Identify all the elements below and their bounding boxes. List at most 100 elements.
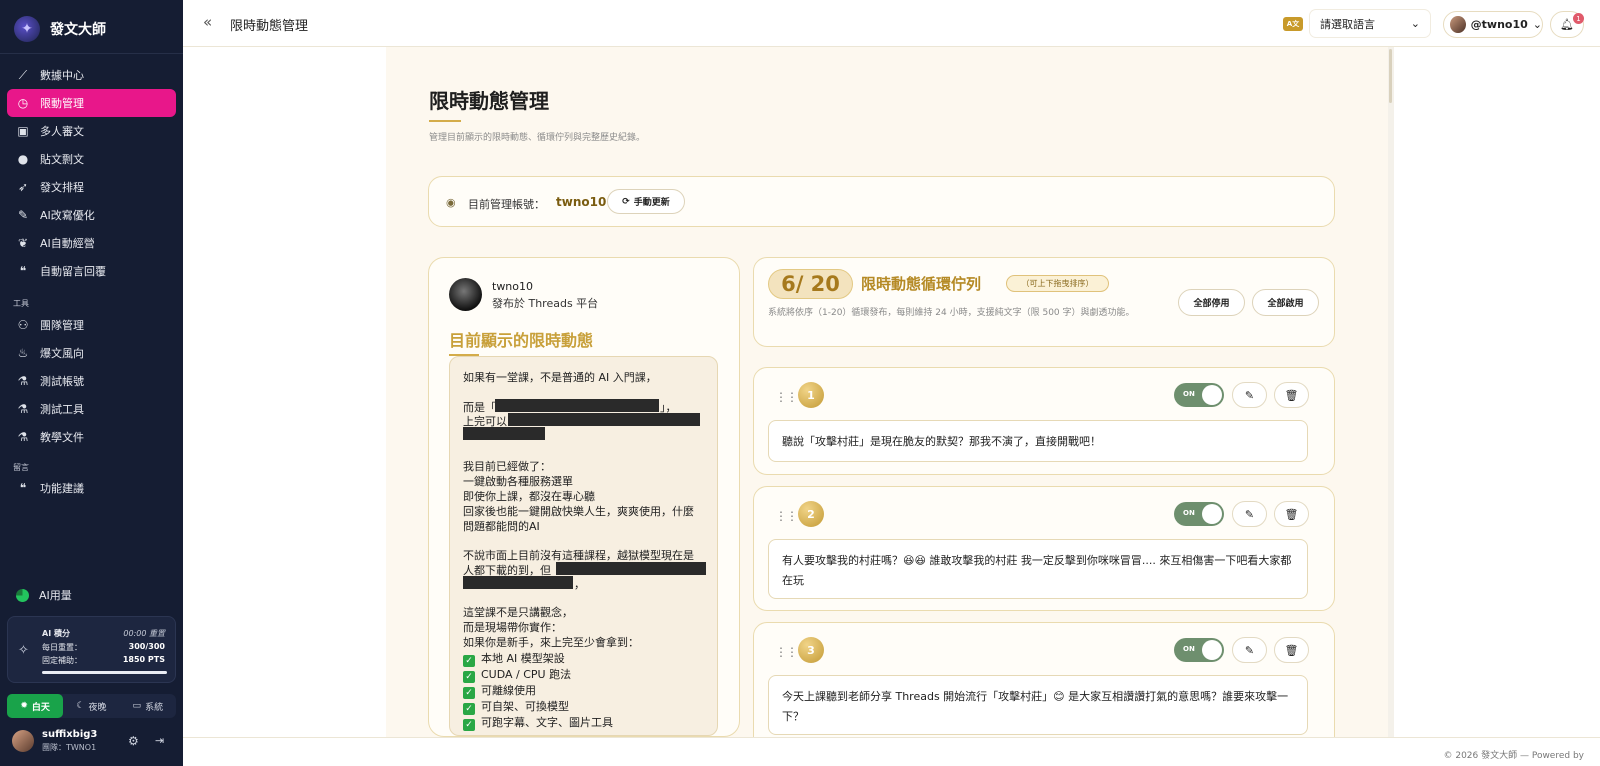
gear-icon[interactable]: ⚙ bbox=[128, 734, 139, 748]
brand-logo-icon: ✦ bbox=[14, 16, 40, 42]
account-switcher[interactable]: @twno10 ⌄ bbox=[1443, 11, 1543, 38]
collapse-sidebar-icon[interactable]: « bbox=[203, 13, 212, 31]
theme-system-button[interactable]: ▭ 系統 bbox=[120, 694, 176, 718]
queue-item-text[interactable]: 今天上課聽到老師分享 Threads 開始流行「攻擊村莊」😊 是大家互相讚讚打氣… bbox=[768, 675, 1308, 735]
drag-handle-icon[interactable]: ⋮⋮ bbox=[775, 509, 798, 523]
sidebar-item-test-tools[interactable]: ⚗ 測試工具 bbox=[7, 395, 176, 423]
theme-dark-label: 夜晚 bbox=[88, 702, 107, 713]
disable-all-button[interactable]: 全部停用 bbox=[1178, 289, 1245, 316]
drag-handle-icon[interactable]: ⋮⋮ bbox=[775, 390, 798, 404]
sidebar-item-label: 貼文剽文 bbox=[40, 153, 84, 166]
checklist-label: 可離線使用 bbox=[481, 684, 536, 697]
sidebar-item-label: AI改寫優化 bbox=[40, 209, 95, 222]
points-daily-label: 每日重置： bbox=[42, 643, 82, 652]
avatar[interactable] bbox=[12, 730, 34, 752]
scrollbar-thumb[interactable] bbox=[1389, 49, 1392, 103]
toggle-switch[interactable]: ON bbox=[1174, 638, 1224, 662]
toggle-label: ON bbox=[1183, 645, 1195, 653]
calendar-check-icon: ▣ bbox=[17, 124, 29, 138]
edit-button[interactable]: ✎ bbox=[1232, 501, 1267, 527]
queue-item[interactable]: ⋮⋮ 1 ON ✎ 🗑︎ 聽說「攻擊村莊」是現在脆友的默契？那我不演了，直接開戰… bbox=[753, 367, 1335, 475]
footer: © 2026 發文大師 — Powered by bbox=[183, 737, 1600, 766]
sidebar-item-test-accounts[interactable]: ⚗ 測試帳號 bbox=[7, 367, 176, 395]
theme-light-button[interactable]: ✹ 白天 bbox=[7, 694, 64, 718]
story-line: 而是現場帶你實作： bbox=[463, 621, 562, 634]
queue-item[interactable]: ⋮⋮ 2 ON ✎ 🗑︎ 有人要攻擊我的村莊嗎？😆😆 誰敢攻擊我的村莊 我一定反… bbox=[753, 486, 1335, 611]
page-subtitle: 管理目前顯示的限時動態、循環佇列與完整歷史紀錄。 bbox=[429, 133, 646, 143]
points-reset: 00:00 重置 bbox=[123, 629, 165, 638]
queue-item-text[interactable]: 有人要攻擊我的村莊嗎？😆😆 誰敢攻擊我的村莊 我一定反擊到你咪咪冒冒.... 來… bbox=[768, 539, 1308, 599]
logout-icon[interactable]: ⇥ bbox=[155, 734, 164, 747]
sidebar-item-story-management[interactable]: ◷ 限動管理 bbox=[7, 89, 176, 117]
toggle-switch[interactable]: ON bbox=[1174, 383, 1224, 407]
sidebar-item-docs[interactable]: ⚗ 教學文件 bbox=[7, 423, 176, 451]
sidebar-item-dashboard[interactable]: ⟋ 數據中心 bbox=[7, 61, 176, 89]
avatar bbox=[449, 278, 482, 311]
queue-index: 3 bbox=[798, 637, 824, 663]
sidebar-item-copy-posts[interactable]: ● 貼文剽文 bbox=[7, 145, 176, 173]
enable-all-button[interactable]: 全部啟用 bbox=[1252, 289, 1319, 316]
redaction-block bbox=[495, 399, 659, 412]
queue-drag-tag: （可上下拖曳排序） bbox=[1006, 275, 1109, 292]
theme-dark-button[interactable]: ☾ 夜晚 bbox=[63, 694, 119, 718]
sun-icon: ✹ bbox=[20, 701, 28, 711]
sidebar-item-label: 測試帳號 bbox=[40, 375, 84, 388]
checklist-label: CUDA / CPU 跑法 bbox=[481, 668, 572, 681]
drag-handle-icon[interactable]: ⋮⋮ bbox=[775, 645, 798, 659]
sidebar-item-schedule[interactable]: ➶ 發文排程 bbox=[7, 173, 176, 201]
sidebar-item-ai-rewrite[interactable]: ✎ AI改寫優化 bbox=[7, 201, 176, 229]
sidebar-item-label: 測試工具 bbox=[40, 403, 84, 416]
checklist-label: 本地 AI 模型架設 bbox=[481, 652, 565, 665]
seedling-icon: ❦ bbox=[17, 236, 29, 250]
checklist-label: 可跑字幕、文字、圖片工具 bbox=[481, 716, 613, 729]
user-name: suffixbig3 bbox=[42, 729, 98, 740]
queue-description: 系統將依序（1-20）循環發布，每則維持 24 小時，支援純文字（限 500 字… bbox=[768, 308, 1135, 318]
pen-icon: ✎ bbox=[17, 208, 29, 222]
ai-usage-label: AI用量 bbox=[39, 589, 72, 602]
theme-system-label: 系統 bbox=[145, 702, 164, 713]
toggle-switch[interactable]: ON bbox=[1174, 502, 1224, 526]
account-label: 目前管理帳號： bbox=[468, 198, 545, 211]
flask-vial-icon: ⚗ bbox=[17, 430, 29, 444]
delete-button[interactable]: 🗑︎ bbox=[1274, 382, 1309, 408]
sidebar-item-ai-auto[interactable]: ❦ AI自動經營 bbox=[7, 229, 176, 257]
redaction-block bbox=[463, 427, 545, 440]
queue-item[interactable]: ⋮⋮ 3 ON ✎ 🗑︎ 今天上課聽到老師分享 Threads 開始流行「攻擊村… bbox=[753, 622, 1335, 752]
sidebar-item-label: 限動管理 bbox=[40, 97, 84, 110]
toggle-label: ON bbox=[1183, 509, 1195, 517]
monitor-icon: ▭ bbox=[132, 701, 142, 711]
flask-vial-icon: ⚗ bbox=[17, 374, 29, 388]
ai-usage[interactable]: AI用量 bbox=[16, 587, 72, 603]
edit-button[interactable]: ✎ bbox=[1232, 382, 1267, 408]
sidebar-item-label: 團隊管理 bbox=[40, 319, 84, 332]
queue-item-text[interactable]: 聽說「攻擊村莊」是現在脆友的默契？那我不演了，直接開戰吧！ bbox=[768, 420, 1308, 462]
sidebar-item-team[interactable]: ⚇ 團隊管理 bbox=[7, 311, 176, 339]
delete-button[interactable]: 🗑︎ bbox=[1274, 637, 1309, 663]
checklist-item: ✓ 本地 AI 模型架設 bbox=[463, 650, 565, 667]
sidebar-item-trends[interactable]: ♨ 爆文風向 bbox=[7, 339, 176, 367]
brand-name: 發文大師 bbox=[50, 22, 106, 38]
trash-icon: 🗑︎ bbox=[1284, 507, 1299, 521]
theme-light-label: 白天 bbox=[31, 702, 50, 713]
sidebar-item-auto-reply[interactable]: ❝ 自動留言回覆 bbox=[7, 257, 176, 285]
sidebar-item-feedback[interactable]: ❝ 功能建議 bbox=[7, 474, 176, 502]
users-icon: ⚇ bbox=[17, 318, 29, 332]
refresh-button[interactable]: ⟳ 手動更新 bbox=[607, 189, 685, 214]
main-area: 限時動態管理 管理目前顯示的限時動態、循環佇列與完整歷史紀錄。 ◉ 目前管理帳號… bbox=[183, 47, 1600, 752]
checklist-item: ✓ 可自架、可換模型 bbox=[463, 698, 569, 715]
moon-icon: ☾ bbox=[76, 701, 85, 711]
section-label-tools: 工具 bbox=[13, 299, 29, 308]
toggle-knob bbox=[1202, 504, 1222, 524]
brand[interactable]: ✦ 發文大師 bbox=[14, 14, 106, 44]
story-line: 我目前已經做了： bbox=[463, 460, 551, 473]
story-line: 不說市面上目前沒有這種課程，越獄模型現在是 bbox=[463, 549, 694, 562]
topbar: « 限時動態管理 A文 請選取語言 ⌄ @twno10 ⌄ 🔔︎ 1 bbox=[183, 0, 1600, 47]
scrollbar[interactable] bbox=[1388, 47, 1394, 737]
sidebar-item-multi-review[interactable]: ▣ 多人審文 bbox=[7, 117, 176, 145]
delete-button[interactable]: 🗑︎ bbox=[1274, 501, 1309, 527]
language-select[interactable]: 請選取語言 ⌄ bbox=[1310, 10, 1430, 37]
story-line: ， bbox=[574, 578, 585, 591]
story-line: 一鍵啟動各種服務選單 bbox=[463, 475, 573, 488]
edit-button[interactable]: ✎ bbox=[1232, 637, 1267, 663]
points-progress-bar bbox=[42, 671, 167, 674]
